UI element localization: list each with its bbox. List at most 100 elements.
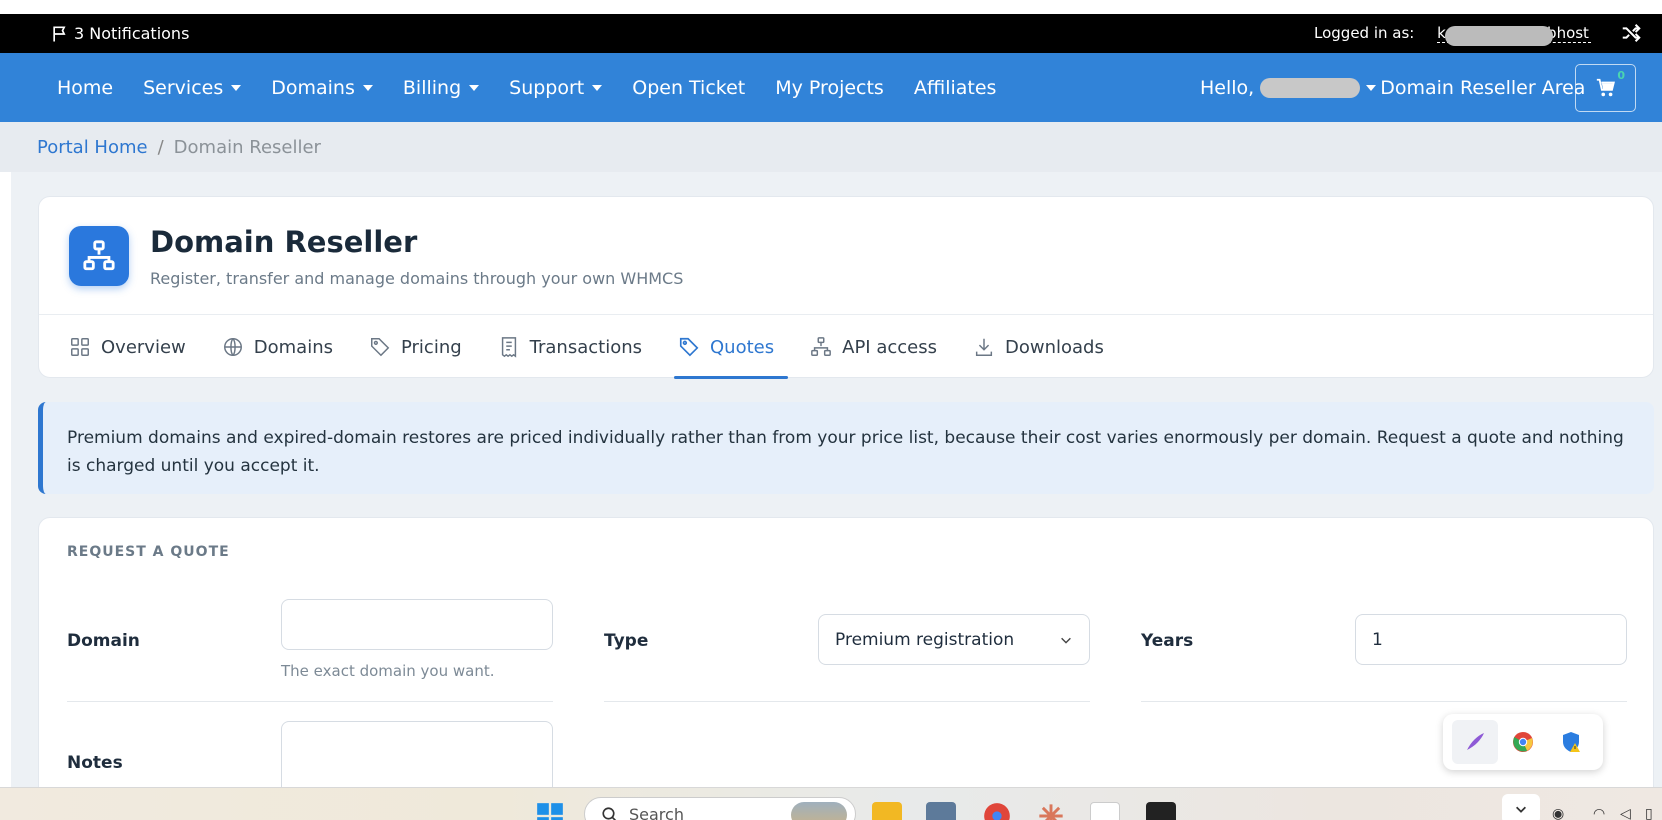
tab-downloads-label: Downloads xyxy=(1004,336,1104,358)
tab-overview-label: Overview xyxy=(101,336,186,358)
info-alert-text: Premium domains and expired-domain resto… xyxy=(67,428,1624,476)
chrome-icon xyxy=(1513,732,1533,752)
nav-open-ticket-label: Open Ticket xyxy=(632,76,746,99)
tab-overview[interactable]: Overview xyxy=(69,315,204,379)
floating-toolbar xyxy=(1443,714,1603,770)
reseller-area-link[interactable]: Domain Reseller Area xyxy=(1380,77,1585,99)
logged-in-info: Logged in as: k ebhost xyxy=(1314,24,1591,46)
tab-api-access-label: API access xyxy=(842,336,937,358)
cart-icon xyxy=(1596,78,1615,97)
tray-overflow-button[interactable] xyxy=(1502,794,1540,820)
nav-billing-label: Billing xyxy=(402,76,462,99)
grid-icon xyxy=(71,338,89,356)
chevron-down-icon xyxy=(1061,637,1071,644)
page-subtitle: Register, transfer and manage domains th… xyxy=(150,269,684,288)
tab-quotes[interactable]: Quotes xyxy=(674,315,792,379)
page-header-card: Domain Reseller Register, transfer and m… xyxy=(38,196,1654,379)
system-tray-icon[interactable]: ◉ xyxy=(1552,806,1564,820)
type-label: Type xyxy=(604,631,649,651)
feather-icon xyxy=(1467,733,1484,750)
search-highlight-image xyxy=(791,802,847,820)
calculator-icon[interactable] xyxy=(926,802,956,820)
feather-button[interactable] xyxy=(1452,720,1498,764)
years-label: Years xyxy=(1141,631,1194,651)
security-button[interactable] xyxy=(1548,720,1594,764)
os-taskbar: Search ◉ ◠ ◁ ▯ xyxy=(0,787,1662,820)
years-input[interactable] xyxy=(1355,614,1627,665)
caret-down-icon xyxy=(469,84,480,91)
type-select[interactable]: Premium registration xyxy=(818,614,1090,665)
tab-pricing-label: Pricing xyxy=(400,336,462,358)
nav-domains-label: Domains xyxy=(271,76,355,99)
anthropic-icon[interactable] xyxy=(1090,802,1120,820)
username-link[interactable]: k ebhost xyxy=(1437,24,1591,46)
cart-count-badge: 0 xyxy=(1617,69,1625,82)
taskbar-search[interactable]: Search xyxy=(584,797,856,820)
row-divider xyxy=(604,701,1090,702)
wifi-icon[interactable]: ◠ xyxy=(1593,806,1605,820)
chrome-taskbar-icon[interactable] xyxy=(982,802,1012,820)
nav-my-projects[interactable]: My Projects xyxy=(775,77,884,99)
tab-api-access[interactable]: API access xyxy=(810,315,955,379)
shield-warning-icon xyxy=(1563,732,1580,752)
hello-label: Hello, xyxy=(1200,76,1255,99)
flag-icon xyxy=(53,26,66,41)
battery-icon[interactable]: ▯ xyxy=(1645,806,1653,820)
breadcrumb-home-link[interactable]: Portal Home xyxy=(37,137,148,158)
breadcrumb: Portal Home / Domain Reseller xyxy=(0,122,1662,172)
nav-home[interactable]: Home xyxy=(57,77,113,99)
chrome-button[interactable] xyxy=(1500,720,1546,764)
tab-downloads[interactable]: Downloads xyxy=(973,315,1122,379)
left-edge xyxy=(0,172,11,787)
nav-affiliates[interactable]: Affiliates xyxy=(914,77,997,99)
main-navbar: Home Services Domains Billing Support Op… xyxy=(0,53,1662,122)
notes-label: Notes xyxy=(67,753,123,773)
shuffle-icon[interactable] xyxy=(1620,22,1642,44)
top-bar: 3 Notifications Logged in as: k ebhost xyxy=(0,14,1662,53)
breadcrumb-current: Domain Reseller xyxy=(173,136,321,158)
caret-down-icon xyxy=(231,84,242,91)
cart-button[interactable]: 0 xyxy=(1575,64,1636,112)
file-explorer-icon[interactable] xyxy=(872,802,902,820)
account-menu[interactable]: Hello, Domain Reseller Area xyxy=(1200,53,1585,122)
caret-down-icon xyxy=(592,84,603,91)
tag-icon xyxy=(371,338,390,357)
caret-down-icon xyxy=(1366,84,1377,91)
nav-home-label: Home xyxy=(57,76,114,99)
tab-bar: Overview Domains Pricing Transactions Qu… xyxy=(69,315,1140,379)
nav-services[interactable]: Services xyxy=(143,76,242,99)
nav-open-ticket[interactable]: Open Ticket xyxy=(632,77,745,99)
windows-start-icon[interactable] xyxy=(536,802,564,820)
tab-transactions-label: Transactions xyxy=(529,336,643,358)
nav-domains[interactable]: Domains xyxy=(271,77,373,99)
caret-down-icon xyxy=(362,84,373,91)
notifications-link[interactable]: 3 Notifications xyxy=(50,14,189,53)
nav-services-label: Services xyxy=(143,76,224,99)
page-title: Domain Reseller xyxy=(150,225,418,259)
globe-icon xyxy=(223,338,242,356)
sitemap-icon xyxy=(69,226,129,286)
nav-billing[interactable]: Billing xyxy=(402,76,480,99)
app-taskbar-icon[interactable] xyxy=(1146,802,1176,820)
claude-icon[interactable] xyxy=(1036,802,1066,820)
row-divider xyxy=(67,701,553,702)
nav-support[interactable]: Support xyxy=(509,76,603,99)
volume-icon[interactable]: ◁ xyxy=(1620,806,1631,820)
nav-support-label: Support xyxy=(509,76,585,99)
domain-input[interactable] xyxy=(281,599,553,650)
tab-pricing[interactable]: Pricing xyxy=(369,315,480,379)
domain-label: Domain xyxy=(67,631,140,651)
domain-hint: The exact domain you want. xyxy=(281,662,495,680)
nav-menu: Home Services Domains Billing Support Op… xyxy=(57,53,996,122)
notifications-label: 3 Notifications xyxy=(74,24,190,43)
nav-my-projects-label: My Projects xyxy=(775,76,884,99)
tab-transactions[interactable]: Transactions xyxy=(498,315,660,379)
taskbar-search-placeholder: Search xyxy=(629,804,684,820)
network-icon xyxy=(811,337,832,356)
quote-form-card: REQUEST A QUOTE Domain The exact domain … xyxy=(38,517,1654,817)
redacted-username xyxy=(1445,26,1554,46)
redacted-name xyxy=(1260,77,1361,98)
tab-domains[interactable]: Domains xyxy=(222,315,351,379)
search-icon xyxy=(602,807,617,820)
type-selected-value: Premium registration xyxy=(835,629,1015,650)
